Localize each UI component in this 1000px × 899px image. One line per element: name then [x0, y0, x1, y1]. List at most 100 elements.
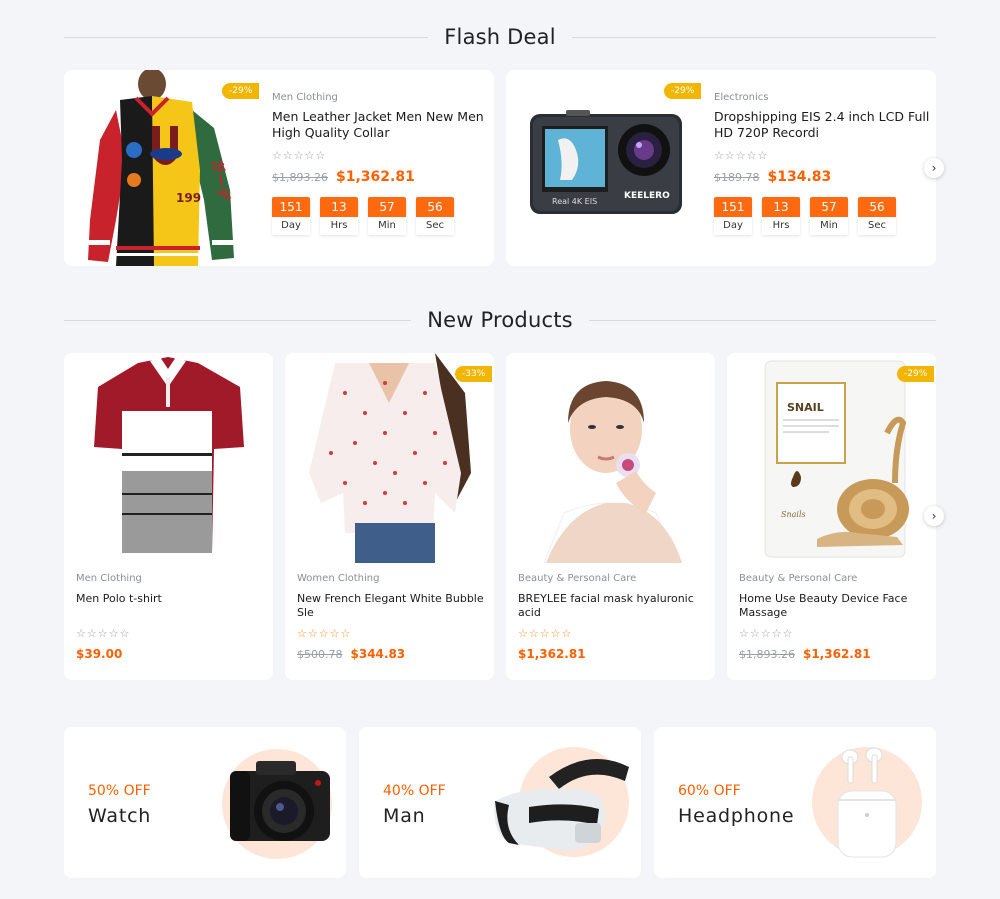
camera-image: [230, 761, 330, 841]
timer-value: 151: [272, 197, 310, 217]
discount-badge: -29%: [664, 83, 702, 99]
current-price: $39.00: [76, 647, 123, 661]
new-products-header: New Products: [64, 305, 936, 335]
product-info: Men Clothing Men Leather Jacket Men New …: [272, 92, 492, 235]
product-name[interactable]: Home Use Beauty Device Face Massage: [739, 592, 929, 622]
camera-label-text: Real 4K EIS: [552, 197, 597, 206]
divider: [64, 319, 412, 321]
promo-banner[interactable]: 40% OFF Man: [359, 727, 641, 878]
product-category: Men Clothing: [272, 92, 338, 103]
pack-title-text: SNAIL: [787, 401, 824, 414]
timer-value: 13: [320, 197, 358, 217]
pack-subtitle-text: Snails: [781, 510, 806, 519]
promo-banner[interactable]: 60% OFF Headphone: [654, 727, 936, 878]
flash-deal-card[interactable]: Real 4K EIS KEELERO -29% Electronics Dro…: [506, 70, 936, 266]
carousel-next-button[interactable]: ›: [924, 506, 944, 526]
product-image-snail-mask[interactable]: SNAIL Snails: [727, 353, 936, 563]
product-card[interactable]: Beauty & Personal Care BREYLEE facial ma…: [506, 353, 715, 680]
product-category: Men Clothing: [76, 573, 142, 584]
timer-value: 56: [858, 197, 896, 217]
old-price: $500.78: [297, 648, 343, 661]
timer-seconds: 56 Sec: [416, 197, 454, 235]
product-image-jacket[interactable]: 199 ガーデ: [64, 70, 260, 266]
timer-value: 57: [368, 197, 406, 217]
price-row: $39.00: [76, 647, 266, 661]
product-image-polo[interactable]: [64, 353, 273, 563]
timer-unit: Sec: [416, 217, 454, 235]
banner-discount: 50% OFF: [88, 783, 151, 799]
product-category: Electronics: [714, 92, 769, 103]
timer-value: 56: [416, 197, 454, 217]
divider: [588, 319, 936, 321]
divider: [571, 36, 937, 38]
camera-brand-text: KEELERO: [624, 191, 670, 201]
timer-value: 151: [714, 197, 752, 217]
section-title: Flash Deal: [444, 25, 556, 49]
timer-hours: 13 Hrs: [320, 197, 358, 235]
product-card[interactable]: -33% Women Clothing New French Elegant W…: [285, 353, 494, 680]
rating-stars: ☆☆☆☆☆: [739, 627, 794, 640]
timer-unit: Sec: [858, 217, 896, 235]
price-row: $1,893.26 $1,362.81: [272, 169, 492, 185]
product-card[interactable]: SNAIL Snails -29% Beauty & Personal Care…: [727, 353, 936, 680]
timer-value: 57: [810, 197, 848, 217]
current-price: $1,362.81: [335, 169, 415, 185]
product-info: Beauty & Personal Care BREYLEE facial ma…: [518, 573, 708, 661]
timer-minutes: 57 Min: [368, 197, 406, 235]
product-image-action-camera[interactable]: Real 4K EIS KEELERO: [506, 70, 702, 266]
price-row: $500.78 $344.83: [297, 647, 487, 661]
product-category: Beauty & Personal Care: [739, 573, 858, 584]
product-info: Electronics Dropshipping EIS 2.4 inch LC…: [714, 92, 934, 235]
banner-title[interactable]: Headphone: [678, 805, 794, 827]
product-name[interactable]: Men Polo t-shirt: [76, 592, 266, 622]
product-image-blouse[interactable]: [285, 353, 494, 563]
section-title: New Products: [427, 308, 573, 332]
banner-discount: 40% OFF: [383, 783, 446, 799]
timer-unit: Hrs: [762, 217, 800, 235]
timer-minutes: 57 Min: [810, 197, 848, 235]
discount-badge: -29%: [897, 366, 935, 382]
flash-deal-card[interactable]: 199 ガーデ -29% Men Clothing Men Leather Ja…: [64, 70, 494, 266]
current-price: $134.83: [767, 169, 832, 185]
banner-discount: 60% OFF: [678, 783, 741, 799]
current-price: $1,362.81: [802, 647, 871, 661]
vr-headset-image: [494, 759, 629, 851]
product-card[interactable]: Men Clothing Men Polo t-shirt ☆☆☆☆☆ $39.…: [64, 353, 273, 680]
old-price: $189.78: [714, 171, 760, 184]
timer-unit: Min: [368, 217, 406, 235]
countdown-timer: 151 Day 13 Hrs 57 Min 56 Sec: [272, 197, 492, 235]
product-info: Beauty & Personal Care Home Use Beauty D…: [739, 573, 929, 661]
timer-days: 151 Day: [272, 197, 310, 235]
discount-badge: -33%: [455, 366, 493, 382]
discount-badge: -29%: [222, 83, 260, 99]
product-info: Men Clothing Men Polo t-shirt ☆☆☆☆☆ $39.…: [76, 573, 266, 661]
product-name[interactable]: BREYLEE facial mask hyaluronic acid: [518, 592, 708, 622]
flash-deal-header: Flash Deal: [64, 22, 937, 52]
earbuds-image: [837, 747, 897, 858]
current-price: $344.83: [350, 647, 406, 661]
product-name[interactable]: New French Elegant White Bubble Sle: [297, 592, 487, 622]
divider: [64, 36, 429, 38]
product-name[interactable]: Dropshipping EIS 2.4 inch LCD Full HD 72…: [714, 109, 934, 141]
current-price: $1,362.81: [518, 647, 586, 661]
banner-title[interactable]: Man: [383, 805, 425, 827]
product-info: Women Clothing New French Elegant White …: [297, 573, 487, 661]
carousel-next-button[interactable]: ›: [924, 158, 944, 178]
timer-hours: 13 Hrs: [762, 197, 800, 235]
rating-stars: ☆☆☆☆☆: [714, 149, 769, 162]
chevron-right-icon: ›: [931, 161, 937, 175]
banner-title[interactable]: Watch: [88, 805, 151, 827]
promo-banner[interactable]: 50% OFF Watch: [64, 727, 346, 878]
timer-unit: Min: [810, 217, 848, 235]
rating-stars: ☆☆☆☆☆: [272, 149, 327, 162]
chevron-right-icon: ›: [931, 509, 937, 523]
product-name[interactable]: Men Leather Jacket Men New Men High Qual…: [272, 109, 492, 141]
rating-stars: ☆☆☆☆☆: [297, 627, 352, 640]
timer-unit: Day: [272, 217, 310, 235]
product-image-face-device[interactable]: [506, 353, 715, 563]
price-row: $189.78 $134.83: [714, 169, 934, 185]
old-price: $1,893.26: [272, 171, 328, 184]
timer-unit: Day: [714, 217, 752, 235]
old-price: $1,893.26: [739, 648, 795, 661]
timer-days: 151 Day: [714, 197, 752, 235]
